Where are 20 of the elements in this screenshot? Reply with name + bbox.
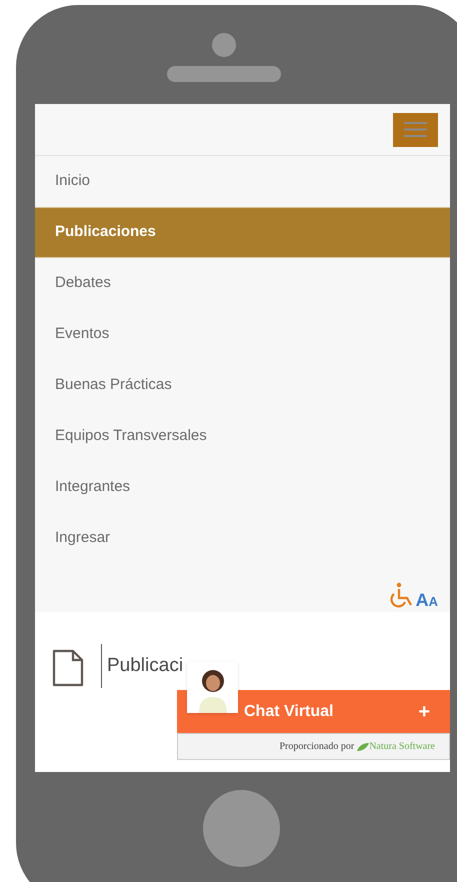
- text-size-control[interactable]: AA: [416, 591, 438, 610]
- menu-item[interactable]: Equipos Transversales: [35, 411, 450, 462]
- menu-icon: [404, 122, 427, 137]
- wheelchair-icon[interactable]: [388, 582, 414, 610]
- menu-item[interactable]: Buenas Prácticas: [35, 360, 450, 411]
- document-icon: [51, 648, 85, 688]
- menu-item[interactable]: Inicio: [35, 156, 450, 207]
- chat-title: Chat Virtual: [244, 702, 334, 722]
- expand-button[interactable]: +: [418, 702, 430, 722]
- menu-button[interactable]: [393, 112, 438, 146]
- menu-item[interactable]: Eventos: [35, 309, 450, 360]
- camera-icon: [212, 33, 236, 57]
- menu-item[interactable]: Publicaciones: [35, 207, 450, 258]
- menu-item[interactable]: Debates: [35, 258, 450, 309]
- leaf-icon: [357, 742, 370, 750]
- powered-by-text: Proporcionado por: [279, 740, 354, 754]
- menu-item[interactable]: Integrantes: [35, 462, 450, 513]
- chat-header[interactable]: Chat Virtual +: [177, 690, 450, 733]
- menu-item[interactable]: Ingresar: [35, 513, 450, 564]
- page-title: Publicaci: [107, 654, 184, 678]
